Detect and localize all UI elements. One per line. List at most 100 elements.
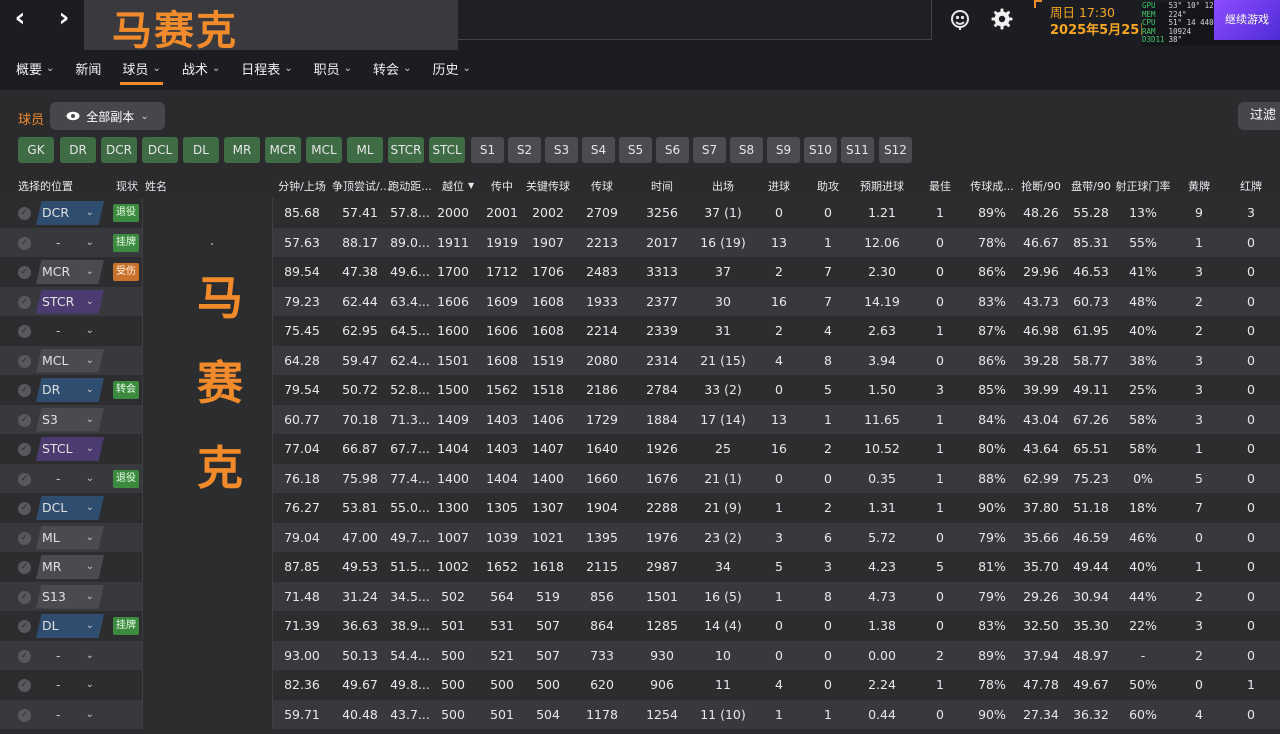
row-select-checkbox[interactable]: ✓ [18,590,31,604]
row-select-checkbox[interactable]: ✓ [18,531,31,545]
menu-item[interactable]: 历史 ⌄ [432,56,470,80]
position-select[interactable]: - ⌄ [36,319,104,343]
row-select-checkbox[interactable]: ✓ [18,384,31,397]
position-select[interactable]: DR ⌄ [36,378,104,402]
position-select[interactable]: S13 ⌄ [36,584,104,609]
view-select-button[interactable]: 全部副本 ⌄ [50,102,165,130]
position-select[interactable]: - ⌄ [36,673,104,697]
back-arrow-icon[interactable]: ‹ [8,5,32,31]
column-header-position[interactable]: 选择的位置 [18,178,73,194]
position-select[interactable]: DCL ⌄ [36,496,104,520]
position-select[interactable]: MR ⌄ [36,555,104,579]
position-select[interactable]: STCR ⌄ [36,289,104,314]
column-header[interactable]: 红牌 [1223,178,1279,194]
position-chip[interactable]: MCR [265,137,301,163]
column-header[interactable]: 最佳 [912,178,968,194]
row-select-checkbox[interactable]: ✓ [18,325,31,338]
stat-cell: 1 [936,205,944,220]
position-select[interactable]: MCL ⌄ [36,348,104,373]
row-select-checkbox[interactable]: ✓ [18,708,31,722]
row-select-checkbox[interactable]: ✓ [18,502,31,515]
column-header[interactable]: 出场 [695,178,751,194]
column-header[interactable]: 黄牌 [1171,178,1227,194]
row-select-checkbox[interactable]: ✓ [18,354,31,368]
position-select[interactable]: ML ⌄ [36,525,104,550]
filter-button[interactable]: 过滤 [1238,102,1280,130]
position-chip[interactable]: S6 [656,137,689,163]
row-select-checkbox[interactable]: ✓ [18,266,31,279]
help-icon[interactable] [948,7,972,31]
position-chip[interactable]: S5 [619,137,652,163]
position-chip[interactable]: S9 [767,137,800,163]
menu-item[interactable]: 日程表 ⌄ [241,56,292,80]
row-select-checkbox[interactable]: ✓ [18,443,31,456]
position-select[interactable]: - ⌄ [36,644,104,668]
position-chip[interactable]: MR [224,137,260,163]
column-header[interactable]: 抢断/90 [1013,178,1069,194]
position-select[interactable]: - ⌄ [36,467,104,491]
position-chip[interactable]: S2 [508,137,541,163]
continue-button[interactable]: 继续游戏 [1214,0,1280,40]
column-header[interactable]: 时间 [634,178,690,194]
position-chip[interactable]: STCR [388,137,424,163]
column-header[interactable]: 分钟/上场 [274,178,330,194]
column-header-name[interactable]: 姓名 [145,178,167,194]
position-select[interactable]: - ⌄ [36,703,104,727]
menu-item[interactable]: 概要 ⌄ [16,56,54,80]
position-chip[interactable]: S4 [582,137,615,163]
position-chip[interactable]: ML [347,137,383,163]
forward-arrow-icon[interactable]: › [52,5,76,31]
stat-cell: 2.63 [868,323,896,338]
row-select-checkbox[interactable]: ✓ [18,236,31,250]
menu-item[interactable]: 新闻 [75,56,101,80]
column-header[interactable]: 助攻 [800,178,856,194]
row-select-checkbox[interactable]: ✓ [18,413,31,427]
gear-icon[interactable] [990,7,1014,31]
position-select[interactable]: - ⌄ [36,231,104,255]
position-chip[interactable]: S3 [545,137,578,163]
menu-item[interactable]: 转会 ⌄ [373,56,411,80]
stat-cell: - [1140,647,1146,663]
position-chip[interactable]: S1 [471,137,504,163]
position-chip[interactable]: S7 [693,137,726,163]
position-chip[interactable]: S12 [879,137,912,163]
menu-item[interactable]: 职员 ⌄ [314,56,352,80]
search-area[interactable] [458,0,932,40]
position-chip[interactable]: DCL [142,137,178,163]
menu-item[interactable]: 球员 ⌄ [120,56,164,85]
menu-item[interactable]: 战术 ⌄ [182,56,220,80]
column-header[interactable]: 关键传球 [520,178,576,194]
column-header[interactable]: 传球成... [964,178,1020,194]
column-header[interactable]: 传球 [574,178,630,194]
stat-cell: 0 [1247,411,1255,427]
row-select-checkbox[interactable]: ✓ [18,649,31,663]
position-select[interactable]: DL ⌄ [36,614,104,638]
row-select-checkbox[interactable]: ✓ [18,472,31,486]
column-header[interactable]: 争顶尝试/... [332,178,390,194]
column-header[interactable]: 进球 [751,178,807,194]
position-chip[interactable]: DCR [101,137,137,163]
position-chip[interactable]: MCL [306,137,342,163]
position-select[interactable]: STCL ⌄ [36,437,104,461]
position-chip[interactable]: S8 [730,137,763,163]
column-header[interactable]: 预期进球 [854,178,910,194]
row-select-checkbox[interactable]: ✓ [18,620,31,633]
position-chip[interactable]: DL [183,137,219,163]
row-select-checkbox[interactable]: ✓ [18,679,31,692]
position-chip[interactable]: STCL [429,137,465,163]
column-header[interactable]: 盘带/90 [1063,178,1119,194]
column-header[interactable]: 射正球门率 [1115,178,1171,194]
stat-cell: 2 [936,647,944,663]
row-select-checkbox[interactable]: ✓ [18,561,31,574]
position-chip[interactable]: GK [18,137,54,163]
position-chip[interactable]: S10 [804,137,837,163]
row-select-checkbox[interactable]: ✓ [18,207,31,220]
row-select-checkbox[interactable]: ✓ [18,295,31,309]
position-select[interactable]: MCR ⌄ [36,260,104,284]
position-select[interactable]: S3 ⌄ [36,407,104,432]
status-badge: 挂牌 [113,233,139,252]
position-chip[interactable]: DR [60,137,96,163]
position-select[interactable]: DCR ⌄ [36,201,104,225]
column-header-status[interactable]: 现状 [116,178,138,194]
position-chip[interactable]: S11 [841,137,874,163]
